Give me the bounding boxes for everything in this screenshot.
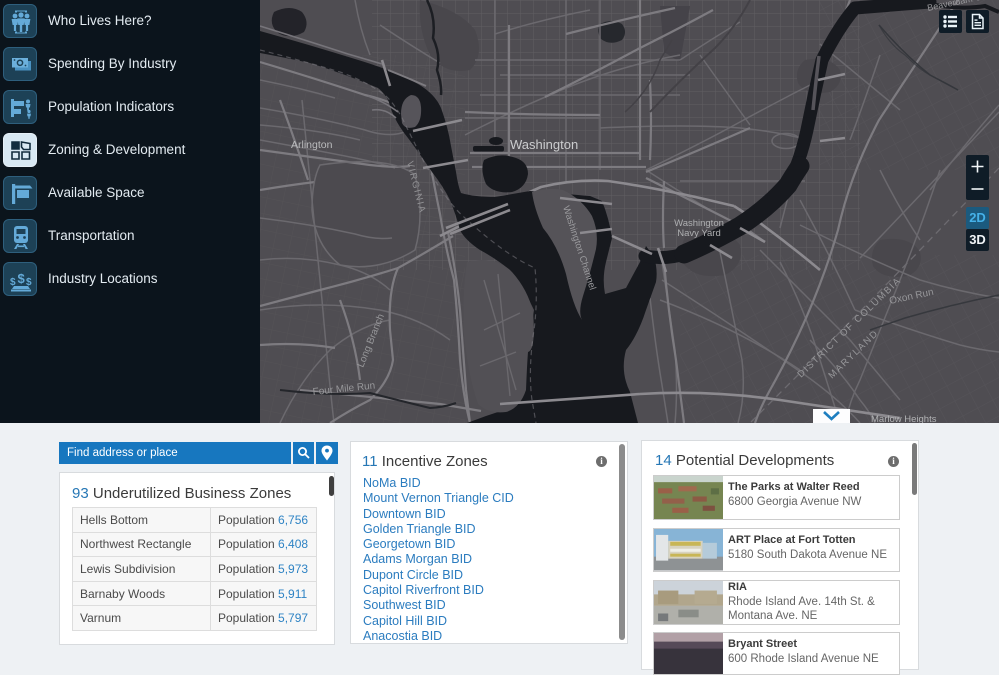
svg-text:$: $	[18, 271, 26, 286]
svg-text:Navy Yard: Navy Yard	[677, 228, 720, 239]
svg-text:Marlow Heights: Marlow Heights	[871, 414, 937, 423]
svg-text:Washington: Washington	[510, 137, 578, 152]
svg-text:Arlington: Arlington	[291, 139, 333, 151]
